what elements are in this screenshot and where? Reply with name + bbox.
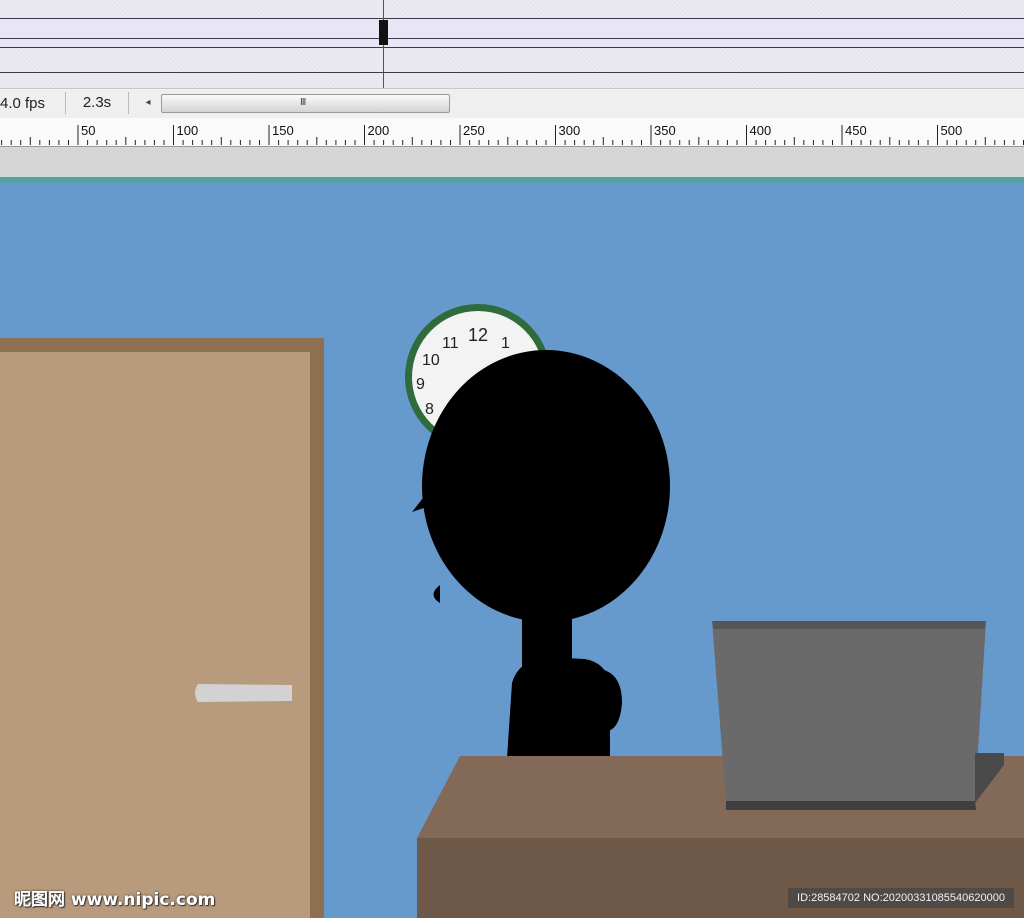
playhead-handle[interactable]	[379, 20, 388, 45]
ruler-ticks: 50 100 150 200 250 300 350 400 450 500	[1, 123, 1024, 145]
door-panel[interactable]	[0, 352, 310, 918]
scroll-left-arrow-icon[interactable]: ◂	[142, 94, 154, 112]
timeline-divider	[0, 72, 1024, 73]
clock-number: 11	[442, 335, 459, 352]
door-handle[interactable]	[195, 684, 292, 702]
stage-gutter	[0, 147, 1024, 177]
timeline-divider	[0, 38, 1024, 39]
ruler-label: 150	[272, 123, 294, 138]
timeline-area[interactable]	[0, 0, 1024, 90]
clock-number: 12	[468, 325, 488, 345]
laptop-base	[726, 801, 976, 810]
ruler-label: 50	[81, 123, 95, 138]
ruler-label: 300	[559, 123, 581, 138]
stage-canvas[interactable]: 12 1 11 10 9 8	[0, 183, 1024, 918]
character-ear	[433, 585, 440, 603]
character-silhouette[interactable]	[412, 350, 670, 758]
ruler-label: 200	[368, 123, 390, 138]
clock-number: 8	[425, 401, 434, 418]
ruler-label: 450	[845, 123, 867, 138]
frame-rate-display[interactable]: 4.0 fps	[0, 94, 58, 114]
ruler-label: 400	[750, 123, 772, 138]
scrollbar-grip-icon: III	[300, 97, 306, 108]
horizontal-ruler: 50 100 150 200 250 300 350 400 450 500	[0, 118, 1024, 147]
ruler-label: 250	[463, 123, 485, 138]
laptop-screen-edge	[712, 621, 986, 629]
clock-number: 1	[501, 335, 510, 352]
playhead-line[interactable]	[383, 0, 384, 90]
laptop-screen-back	[712, 621, 986, 801]
site-watermark: 昵图网 www.nipic.com	[14, 890, 216, 910]
horizontal-scrollbar-thumb[interactable]: III	[161, 94, 450, 113]
laptop[interactable]	[712, 621, 1004, 810]
ruler-label: 350	[654, 123, 676, 138]
clock-number: 9	[416, 376, 425, 393]
ruler-label: 500	[941, 123, 963, 138]
image-id-watermark: ID:28584702 NO:20200331085540620000	[788, 888, 1014, 908]
timeline-status-bar: 4.0 fps 2.3s ◂ III	[0, 88, 1024, 119]
elapsed-time-display: 2.3s	[65, 92, 129, 114]
character-head	[422, 350, 670, 622]
ruler-label: 100	[177, 123, 199, 138]
character-torso	[507, 657, 610, 758]
timeline-layer-track[interactable]	[0, 18, 1024, 48]
clock-number: 10	[422, 352, 440, 369]
